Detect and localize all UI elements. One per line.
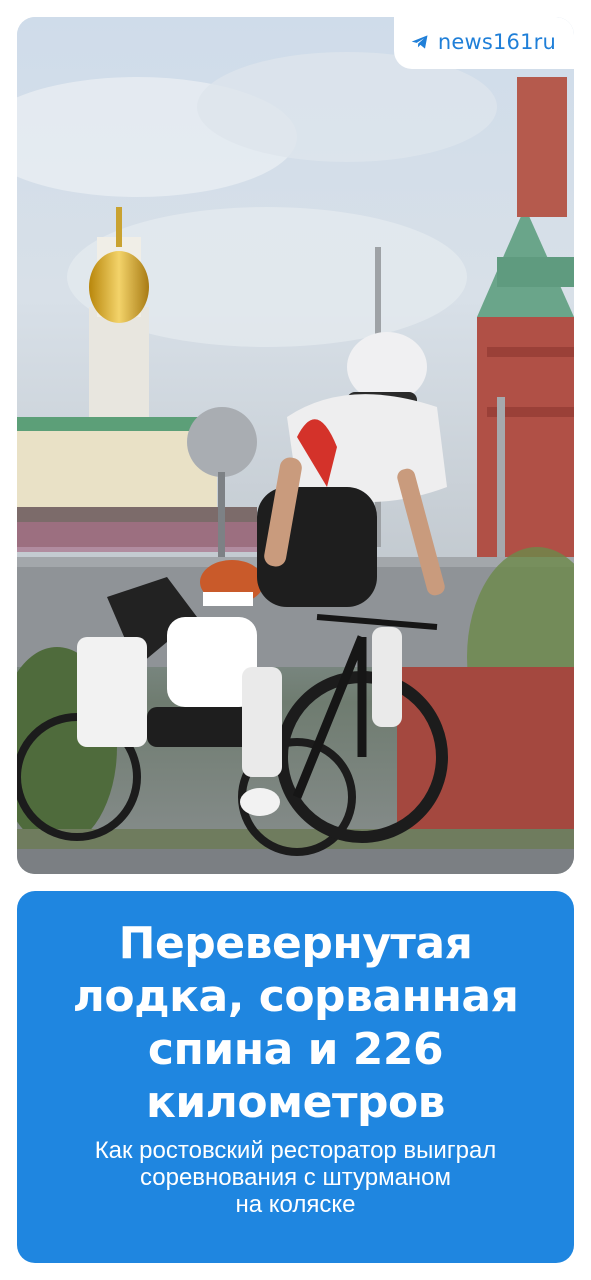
channel-tab[interactable]: news161ru <box>393 17 574 69</box>
channel-name[interactable]: news161ru <box>438 30 556 54</box>
hero-photo-illustration <box>17 17 574 874</box>
headline-card[interactable]: Перевернутая лодка, сорванная спина и 22… <box>17 891 574 1263</box>
article-subheadline: Как ростовский ресторатор выиграл соревн… <box>94 1137 497 1218</box>
hero-photo: news161ru <box>17 17 574 874</box>
article-headline: Перевернутая лодка, сорванная спина и 22… <box>72 918 519 1128</box>
telegram-icon <box>411 35 428 49</box>
